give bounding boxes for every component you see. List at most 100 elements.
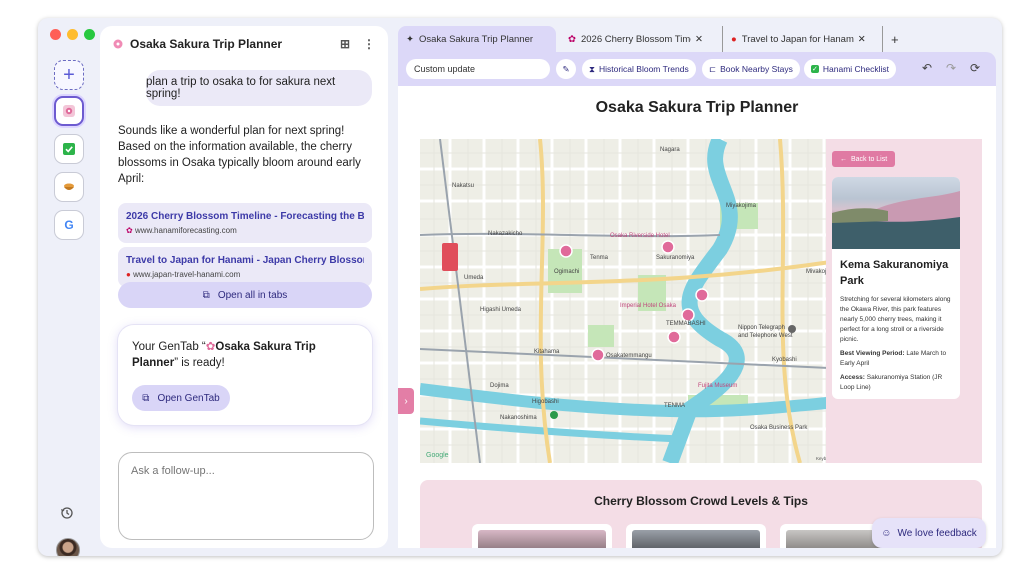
tab-travel-japan[interactable]: ● Travel to Japan for Hanami - J ✕ <box>722 26 880 52</box>
undo-icon[interactable]: ↶ <box>922 61 932 75</box>
hourglass-icon: ⧗ <box>589 63 595 74</box>
cherry-blossom-icon <box>113 39 123 49</box>
best-viewing-period: Best Viewing Period: Late March to Early… <box>832 345 960 369</box>
tab-bloom-timeline[interactable]: ✿ 2026 Cherry Blossom Timeline ✕ <box>560 26 718 52</box>
close-tab-icon[interactable]: ✕ <box>695 34 703 45</box>
gentab-page: Osaka Sakura Trip Planner Nakazakicho Na… <box>398 86 996 548</box>
access-label: Access: <box>840 374 865 381</box>
browser-pane: ✦ Osaka Sakura Trip Planner ✿ 2026 Cherr… <box>398 26 996 548</box>
page-title: Osaka Sakura Trip Planner <box>595 99 799 116</box>
new-tab-label: + <box>891 31 899 47</box>
open-in-new-icon: ⧉ <box>142 392 150 404</box>
svg-text:TENMA: TENMA <box>664 403 685 409</box>
site-favicon-icon: ✿ <box>126 226 133 235</box>
gentab-prefix: Your GenTab “ <box>132 341 206 353</box>
checkbox-icon: ✓ <box>811 65 819 73</box>
magic-wand-button[interactable]: ✎ <box>556 59 576 79</box>
svg-text:Nagara: Nagara <box>660 147 680 153</box>
tab-label: Osaka Sakura Trip Planner <box>418 33 534 45</box>
location-card: Kema Sakuranomiya Park Stretching for se… <box>832 177 960 399</box>
chat-header: Osaka Sakura Trip Planner ⊞ ⋮ <box>100 26 388 62</box>
source-url: www.hanamiforecasting.com <box>134 226 237 235</box>
checkbox-icon <box>63 143 75 155</box>
chat-panel: Osaka Sakura Trip Planner ⊞ ⋮ plan a tri… <box>100 26 388 548</box>
svg-text:Kyobashi: Kyobashi <box>772 357 797 363</box>
tab-label: 2026 Cherry Blossom Timeline <box>580 33 691 45</box>
open-in-new-icon: ⧉ <box>202 289 210 301</box>
svg-text:and Telephone West: and Telephone West <box>738 333 793 339</box>
tab-trip-planner[interactable]: ✦ Osaka Sakura Trip Planner <box>398 26 556 52</box>
access-info: Access: Sakuranomiya Station (JR Loop Li… <box>832 369 960 393</box>
chip-hanami-checklist[interactable]: ✓ Hanami Checklist <box>804 59 897 79</box>
location-description: Stretching for several kilometers along … <box>840 296 951 343</box>
chip-book-stays[interactable]: ⊏ Book Nearby Stays <box>702 59 800 79</box>
new-tab-button[interactable]: + <box>882 26 912 52</box>
feedback-label: We love feedback <box>897 527 977 539</box>
magic-wand-icon: ✎ <box>562 63 570 74</box>
bowl-icon <box>64 183 74 190</box>
svg-text:Imperial Hotel Osaka: Imperial Hotel Osaka <box>620 303 677 309</box>
google-icon: G <box>64 218 74 232</box>
collapse-panel-button[interactable]: › <box>398 388 414 414</box>
add-to-tab-icon[interactable]: ⊞ <box>338 37 352 51</box>
feedback-icon: ☺ <box>881 527 892 539</box>
source-title: Travel to Japan for Hanami - Japan Cherr… <box>126 255 364 266</box>
rail-item-food[interactable] <box>51 170 84 202</box>
rail-item-checklist[interactable] <box>51 132 84 164</box>
cherry-blossom-icon <box>63 105 75 117</box>
refresh-icon[interactable]: ⟳ <box>970 61 980 75</box>
close-window-button[interactable] <box>50 29 61 40</box>
svg-text:TEMMABASHI: TEMMABASHI <box>666 321 706 327</box>
svg-text:Google: Google <box>426 452 449 459</box>
park-photo <box>832 177 960 249</box>
app-window: + G Osaka Sakura Trip Planner ⊞ ⋮ plan a… <box>38 18 1002 556</box>
chip-label: Hanami Checklist <box>822 64 890 74</box>
open-all-in-tabs-button[interactable]: ⧉ Open all in tabs <box>118 282 372 308</box>
open-gentab-button[interactable]: ⧉ Open GenTab <box>132 385 230 411</box>
followup-input[interactable] <box>131 465 361 527</box>
source-url-row: ✿ www.hanamiforecasting.com <box>126 226 364 235</box>
more-options-icon[interactable]: ⋮ <box>362 37 376 51</box>
source-card-1[interactable]: 2026 Cherry Blossom Timeline - Forecasti… <box>118 203 372 243</box>
followup-box <box>118 452 374 540</box>
cherry-blossom-icon: ✿ <box>205 341 216 353</box>
history-icon[interactable] <box>60 506 74 523</box>
svg-text:Umeda: Umeda <box>464 275 484 281</box>
svg-text:Fujita Museum: Fujita Museum <box>698 383 737 389</box>
window-controls <box>50 29 95 40</box>
avatar[interactable] <box>56 538 80 556</box>
svg-text:Nippon Telegraph: Nippon Telegraph <box>738 325 785 331</box>
svg-text:Osakatemmangu: Osakatemmangu <box>606 353 652 359</box>
crowd-thumbnail[interactable] <box>472 524 612 548</box>
svg-text:Dojima: Dojima <box>490 383 509 389</box>
gentab-suffix: ” is ready! <box>174 357 225 369</box>
minimize-window-button[interactable] <box>67 29 78 40</box>
feedback-button[interactable]: ☺ We love feedback <box>872 518 986 548</box>
sparkle-icon: ✦ <box>406 33 414 45</box>
japan-flag-icon: ● <box>731 33 737 45</box>
chevron-right-icon: › <box>404 395 408 407</box>
arrow-left-icon: ← <box>840 155 847 163</box>
source-card-2[interactable]: Travel to Japan for Hanami - Japan Cherr… <box>118 247 372 287</box>
source-title: 2026 Cherry Blossom Timeline - Forecasti… <box>126 211 364 222</box>
zoom-window-button[interactable] <box>84 29 95 40</box>
source-url-row: ● www.japan-travel-hanami.com <box>126 270 364 279</box>
gentab-message: Your GenTab “✿Osaka Sakura Trip Planner”… <box>132 339 362 371</box>
back-to-list-button[interactable]: ← Back to List <box>832 151 896 167</box>
new-project-button[interactable]: + <box>54 60 84 90</box>
close-tab-icon[interactable]: ✕ <box>858 34 866 45</box>
svg-text:Osaka Business Park: Osaka Business Park <box>750 425 808 431</box>
address-input[interactable] <box>406 59 550 79</box>
svg-text:Miyakojima: Miyakojima <box>726 203 757 209</box>
rail-item-sakura[interactable] <box>52 95 84 127</box>
chip-historical-bloom[interactable]: ⧗ Historical Bloom Trends <box>582 59 696 79</box>
svg-text:Osaka Riverside Hotel: Osaka Riverside Hotel <box>610 233 670 239</box>
tab-strip: ✦ Osaka Sakura Trip Planner ✿ 2026 Cherr… <box>398 26 996 52</box>
svg-text:Higashi Umeda: Higashi Umeda <box>480 307 522 313</box>
crowd-thumbnail[interactable] <box>626 524 766 548</box>
rail-item-google[interactable]: G <box>54 210 84 240</box>
redo-icon[interactable]: ↷ <box>946 61 956 75</box>
svg-text:Higobashi: Higobashi <box>532 399 559 405</box>
gentab-ready-card: Your GenTab “✿Osaka Sakura Trip Planner”… <box>118 325 372 425</box>
svg-text:Ogimachi: Ogimachi <box>554 269 579 275</box>
